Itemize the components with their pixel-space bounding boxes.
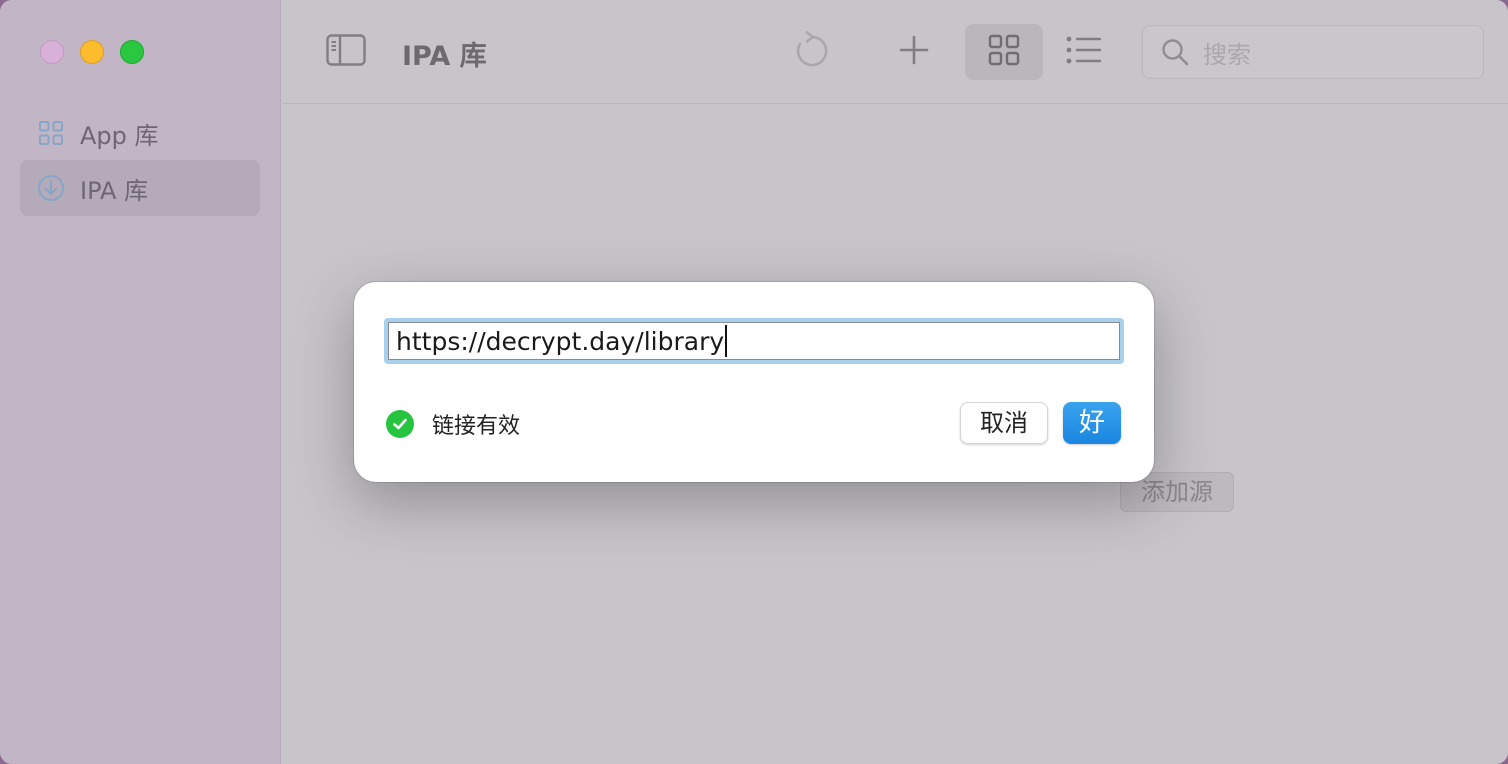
minimize-window-button[interactable] [80,40,104,64]
sidebar-item-label: App 库 [80,121,159,150]
text-caret [725,325,728,357]
url-input[interactable]: https://decrypt.day/library [384,318,1124,364]
check-circle-icon [386,410,414,438]
refresh-icon [794,31,830,73]
search-field[interactable]: 搜索 [1142,25,1484,79]
ok-button[interactable]: 好 [1063,402,1121,444]
grid-icon [37,119,65,147]
sidebar: App 库 IPA 库 [0,0,281,764]
list-view-button[interactable] [1062,30,1106,74]
sidebar-item-app-library[interactable]: App 库 [20,105,260,161]
search-icon [1161,38,1189,66]
sidebar-item-label: IPA 库 [80,176,149,205]
validation-status: 链接有效 [386,408,520,440]
validation-status-text: 链接有效 [432,414,521,439]
url-input-value: https://decrypt.day/library [396,326,725,356]
maximize-window-button[interactable] [120,40,144,64]
grid-view-icon [988,34,1020,70]
sidebar-item-ipa-library[interactable]: IPA 库 [20,160,260,216]
refresh-button[interactable] [790,30,834,74]
cancel-button[interactable]: 取消 [960,402,1048,444]
add-button[interactable] [892,30,936,74]
grid-view-button[interactable] [965,24,1043,80]
download-circle-icon [37,174,65,202]
toolbar: IPA 库 搜索 [282,0,1508,104]
app-window: App 库 IPA 库 IPA 库 搜索 添加源 https://decrypt… [0,0,1508,764]
add-source-dialog: https://decrypt.day/library 链接有效 取消 好 [354,282,1154,482]
sidebar-toggle-icon [326,34,366,70]
list-view-icon [1066,36,1102,68]
search-placeholder: 搜索 [1203,40,1251,69]
sidebar-toggle-button[interactable] [324,30,368,74]
close-window-button[interactable] [40,40,64,64]
plus-icon [899,35,929,69]
page-title: IPA 库 [402,41,487,72]
